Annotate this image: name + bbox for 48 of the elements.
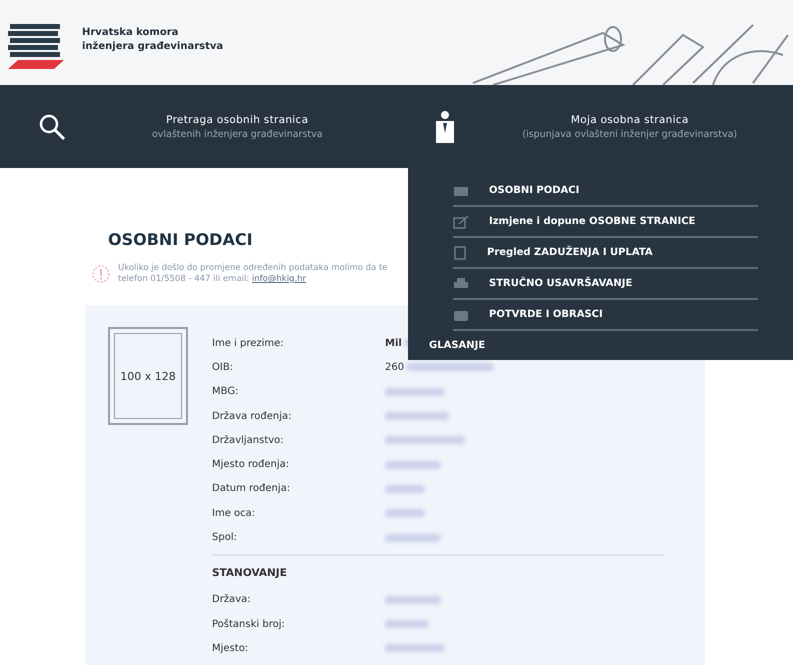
email-link[interactable]: info@hkig.hr <box>252 274 306 284</box>
person-icon <box>434 110 454 142</box>
menu-item[interactable]: OSOBNI PODACI <box>453 176 758 207</box>
field-label: Država: <box>212 594 252 606</box>
redacted-value <box>385 412 449 420</box>
nav-tab[interactable]: Pretraga osobnih stranica ovlaštenih inženjera građevinarstva <box>0 85 396 168</box>
info-icon <box>92 265 110 283</box>
organization-name: inženjera građevinarstva <box>82 40 224 54</box>
field-label: Mjesto: <box>212 642 250 654</box>
nav-tab[interactable]: Moja osobna stranica (ispunjava ovlašteni inženjer građevinarstva) <box>396 85 793 168</box>
field-label: MBG: <box>212 386 240 398</box>
field-label: Ime i prezime: <box>212 338 285 349</box>
field-label: Poštanski broj: <box>212 618 286 630</box>
field-label: Datum rođenja: <box>212 483 292 494</box>
menu-item[interactable]: STRUČNO USAVRŠAVANJE <box>453 269 758 300</box>
menu-item[interactable]: POTVRDE I OBRASCI <box>453 300 758 331</box>
redacted-value <box>385 509 425 518</box>
field-value: 260 <box>385 362 404 373</box>
redacted-value <box>385 534 441 542</box>
field-label: Mjesto rođenja: <box>212 459 290 470</box>
edit-icon <box>453 214 469 228</box>
field-label: OIB: <box>212 362 234 373</box>
menu-item[interactable]: GLASANJE <box>429 331 758 360</box>
redacted-value <box>385 620 429 628</box>
field-label: Državljanstvo: <box>212 434 285 446</box>
field-label: Ime oca: <box>212 508 256 519</box>
section-title: STANOVANJE <box>212 566 288 581</box>
redacted-value <box>385 484 425 493</box>
redacted-value <box>385 644 445 652</box>
notice-text: Ukoliko je došlo do promjene određenih podataka molimo da te <box>118 263 388 274</box>
redacted-value <box>385 596 441 604</box>
nav-subtitle: ovlaštenih inženjera građevinarstva <box>152 128 323 140</box>
search-icon <box>38 112 66 140</box>
notice-text: telefon 01/5508 - 447 ili email: <box>118 274 250 284</box>
page-title: OSOBNI PODACI <box>108 230 254 249</box>
organization-name: Hrvatska komora <box>82 26 180 40</box>
image-size-label: 100 x 128 <box>120 370 176 382</box>
field-label: Spol: <box>212 532 238 544</box>
field-label: Država rođenja: <box>212 410 293 422</box>
nav-title: Pretraga osobnih stranica <box>166 114 308 126</box>
menu-item[interactable]: Pregled ZADUŽENJA I UPLATA <box>453 238 758 269</box>
redacted-value <box>385 388 445 396</box>
redacted-value <box>385 460 441 469</box>
nav-title: Moja osobna stranica <box>570 114 689 126</box>
field-value: Mil <box>385 338 402 349</box>
nav-subtitle: (ispunjava ovlašteni inženjer građevinarstva) <box>522 128 738 140</box>
document-icon <box>453 246 467 260</box>
menu-item[interactable]: Izmjene i dopune OSOBNE STRANICE <box>453 207 758 238</box>
